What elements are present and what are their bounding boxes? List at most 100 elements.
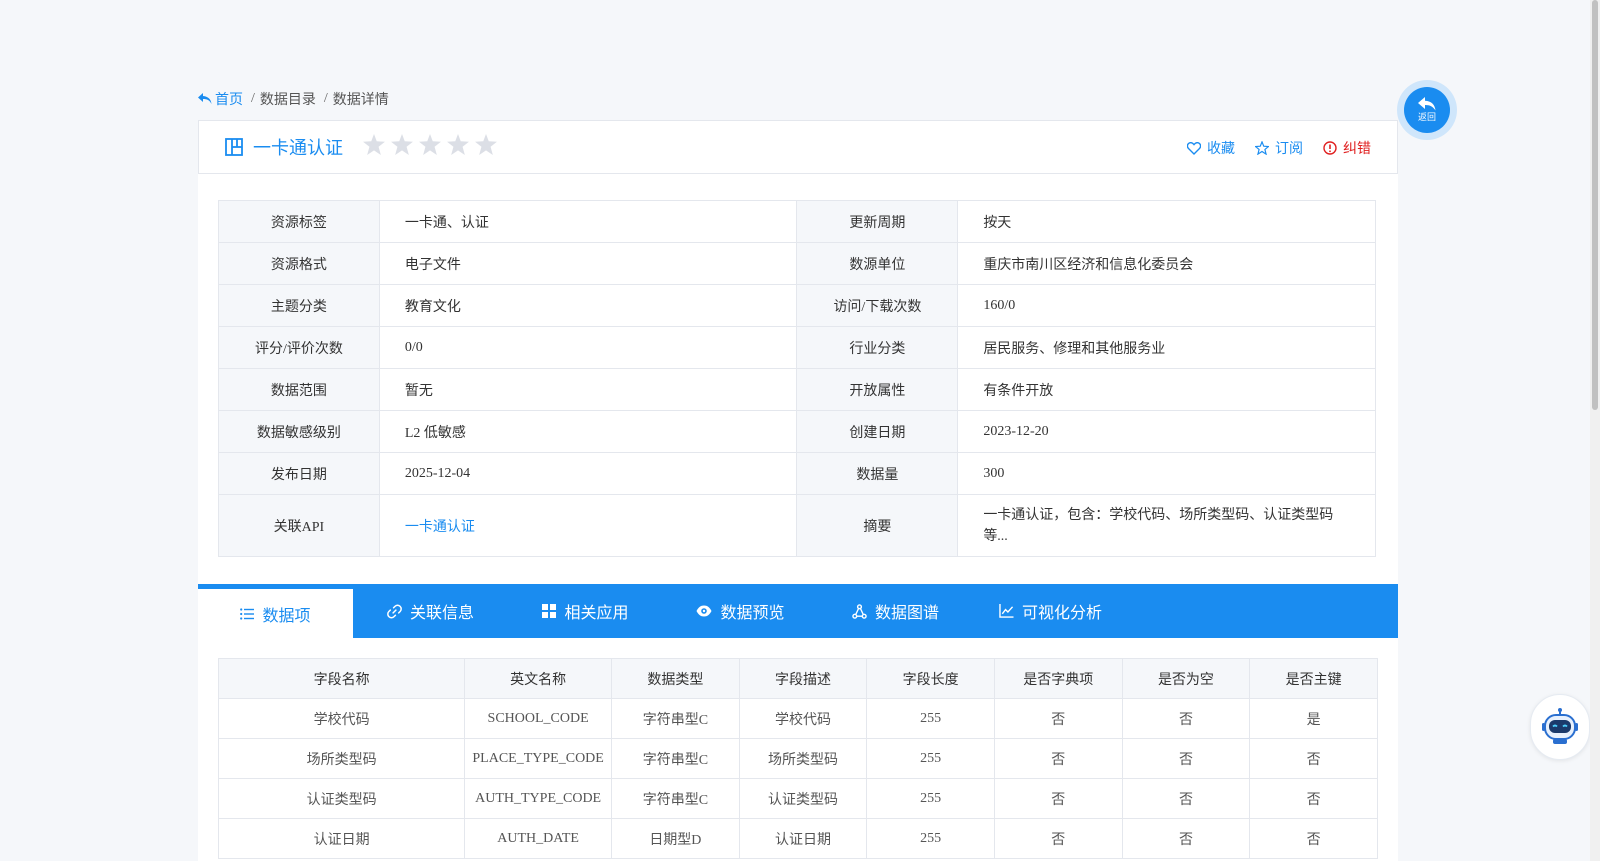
breadcrumb-separator: / xyxy=(323,91,328,106)
tab-data-graph[interactable]: 数据图谱 xyxy=(818,584,973,638)
table-cell: 认证类型码 xyxy=(217,778,466,819)
table-cell: 255 xyxy=(866,778,995,819)
info-table: 资源标签 一卡通、认证 更新周期 按天 资源格式 电子文件 数源单位 重庆市南川区经济和信息化… xyxy=(218,200,1376,557)
table-header-row: 字段名称 英文名称 数据类型 字段描述 字段长度 是否字典项 是否为空 是否主键 xyxy=(217,658,1378,699)
tab-related-info[interactable]: 关联信息 xyxy=(353,584,508,638)
star-icon[interactable] xyxy=(419,134,441,160)
table-cell: 255 xyxy=(866,818,995,859)
table-cell: 字符串型C xyxy=(611,738,740,779)
info-value: 教育文化 xyxy=(378,284,798,327)
table-cell: 否 xyxy=(1121,778,1251,819)
tab-label: 可视化分析 xyxy=(1021,605,1102,622)
info-value: 300 xyxy=(957,452,1376,495)
tab-label: 数据项 xyxy=(262,607,311,625)
table-cell: 否 xyxy=(993,778,1123,819)
info-panel: 资源标签 一卡通、认证 更新周期 按天 资源格式 电子文件 数源单位 重庆市南川区经济和信息化… xyxy=(198,174,1398,584)
info-row: 资源格式 电子文件 数源单位 重庆市南川区经济和信息化委员会 xyxy=(218,242,1376,285)
info-row: 发布日期 2025-12-04 数据量 300 xyxy=(218,452,1376,495)
table-cell: 字符串型C xyxy=(611,778,740,819)
table-cell: 学校代码 xyxy=(738,698,868,739)
breadcrumb: 首页 / 数据目录 / 数据详情 xyxy=(198,89,389,109)
table-cell: 否 xyxy=(993,698,1123,739)
table-cell: 是 xyxy=(1249,698,1378,739)
back-button[interactable]: 返回 xyxy=(1397,80,1457,140)
page-scrollbar[interactable] xyxy=(1590,0,1600,861)
title-bar: 一卡通认证 收藏 订阅 纠错 xyxy=(198,120,1398,174)
star-icon[interactable] xyxy=(363,134,385,160)
subscribe-button[interactable]: 订阅 xyxy=(1255,138,1303,158)
info-key: 评分/评价次数 xyxy=(218,326,380,369)
tab-data-preview[interactable]: 数据预览 xyxy=(663,584,818,638)
info-key: 发布日期 xyxy=(218,452,380,495)
assistant-robot-button[interactable] xyxy=(1530,694,1590,760)
tab-label: 相关应用 xyxy=(564,605,629,622)
info-key: 行业分类 xyxy=(796,326,959,369)
table-cell: 学校代码 xyxy=(217,698,466,739)
info-row: 数据敏感级别 L2 低敏感 创建日期 2023-12-20 xyxy=(218,410,1376,453)
table-cell: 认证类型码 xyxy=(738,778,868,819)
column-header: 字段名称 xyxy=(217,658,466,699)
table-cell: 255 xyxy=(866,738,995,779)
rating-stars[interactable] xyxy=(363,134,497,160)
subscribe-label: 订阅 xyxy=(1275,142,1303,157)
tab-visual-analysis[interactable]: 可视化分析 xyxy=(973,584,1128,638)
table-cell: 认证日期 xyxy=(217,818,466,859)
fields-table: 字段名称 英文名称 数据类型 字段描述 字段长度 是否字典项 是否为空 是否主键 学校代码 SC… xyxy=(217,658,1378,859)
info-key: 数据量 xyxy=(796,452,959,495)
eye-icon xyxy=(696,605,712,617)
info-value: 电子文件 xyxy=(378,242,798,285)
breadcrumb-home-label: 首页 xyxy=(215,93,243,108)
report-error-button[interactable]: 纠错 xyxy=(1323,138,1371,158)
star-outline-icon xyxy=(1255,141,1269,155)
table-cell: 255 xyxy=(866,698,995,739)
info-value: 暂无 xyxy=(378,368,798,411)
info-key: 数据范围 xyxy=(218,368,380,411)
info-value: 160/0 xyxy=(957,284,1376,327)
back-arrow-icon xyxy=(198,93,212,104)
info-value: L2 低敏感 xyxy=(378,410,798,453)
info-key: 关联API xyxy=(218,494,380,557)
table-cell: 否 xyxy=(1249,778,1378,819)
favorite-label: 收藏 xyxy=(1207,142,1235,157)
info-row: 主题分类 教育文化 访问/下载次数 160/0 xyxy=(218,284,1376,327)
heart-icon xyxy=(1187,141,1201,155)
column-header: 字段描述 xyxy=(738,658,868,699)
table-cell: SCHOOL_CODE xyxy=(464,698,613,739)
info-value: 2025-12-04 xyxy=(378,452,798,495)
favorite-button[interactable]: 收藏 xyxy=(1187,138,1235,158)
tab-label: 数据预览 xyxy=(720,605,785,622)
title-actions: 收藏 订阅 纠错 xyxy=(1187,121,1371,175)
report-error-label: 纠错 xyxy=(1343,142,1371,157)
table-cell: 场所类型码 xyxy=(738,738,868,779)
column-header: 字段长度 xyxy=(866,658,995,699)
list-icon xyxy=(240,607,255,620)
page-title: 一卡通认证 xyxy=(253,138,343,158)
table-cell: 否 xyxy=(1121,738,1251,779)
star-icon[interactable] xyxy=(447,134,469,160)
info-row: 资源标签 一卡通、认证 更新周期 按天 xyxy=(218,200,1376,243)
tab-label: 数据图谱 xyxy=(874,605,939,622)
table-cell: 否 xyxy=(993,818,1123,859)
star-icon[interactable] xyxy=(391,134,413,160)
info-key: 资源格式 xyxy=(218,242,380,285)
breadcrumb-home[interactable]: 首页 xyxy=(198,89,243,109)
info-key: 数源单位 xyxy=(796,242,959,285)
link-icon xyxy=(387,604,402,618)
api-link[interactable]: 一卡通认证 xyxy=(405,520,475,535)
tab-data-items[interactable]: 数据项 xyxy=(198,584,353,638)
apps-grid-icon xyxy=(542,604,557,618)
alert-circle-icon xyxy=(1323,141,1337,155)
table-row: 学校代码 SCHOOL_CODE 字符串型C 学校代码 255 否否是 xyxy=(217,698,1378,739)
fields-panel: 字段名称 英文名称 数据类型 字段描述 字段长度 是否字典项 是否为空 是否主键 学校代码 SC… xyxy=(198,638,1398,861)
breadcrumb-catalog[interactable]: 数据目录 xyxy=(260,89,316,109)
tab-related-apps[interactable]: 相关应用 xyxy=(508,584,663,638)
network-icon xyxy=(852,603,867,619)
scrollbar-thumb[interactable] xyxy=(1592,0,1598,410)
table-cell: PLACE_TYPE_CODE xyxy=(464,738,613,779)
info-value: 2023-12-20 xyxy=(957,410,1376,453)
table-cell: 场所类型码 xyxy=(217,738,466,779)
info-value: 重庆市南川区经济和信息化委员会 xyxy=(957,242,1376,285)
table-row: 认证日期 AUTH_DATE 日期型D 认证日期 255 否否否 xyxy=(217,818,1378,859)
info-row: 关联API 一卡通认证 摘要 一卡通认证，包含：学校代码、场所类型码、认证类型码等..… xyxy=(218,494,1376,557)
star-icon[interactable] xyxy=(475,134,497,160)
